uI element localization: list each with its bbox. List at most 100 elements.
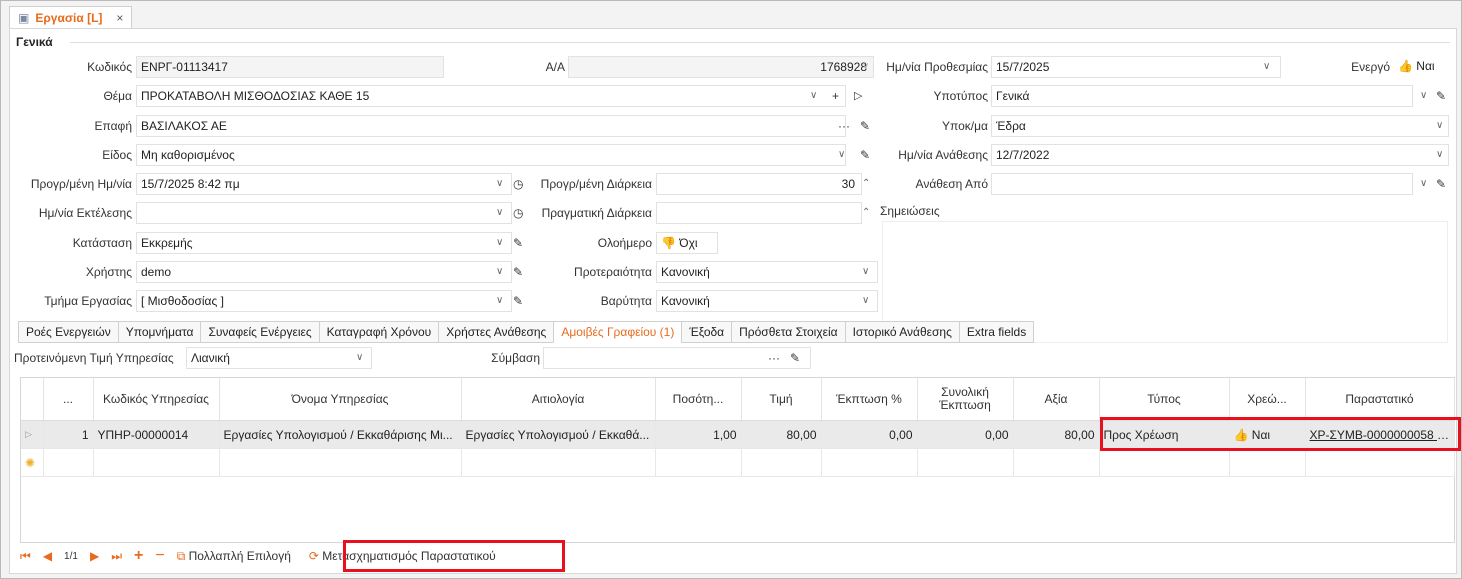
cell-value[interactable]: 80,00 (1013, 420, 1100, 449)
chevron-down-icon[interactable]: ∨ (838, 144, 845, 166)
pencil-icon[interactable]: ✎ (860, 115, 870, 137)
chevron-down-icon[interactable]: ∨ (862, 290, 869, 312)
dept-field[interactable]: [ Μισθοδοσίας ] (136, 290, 512, 312)
cell-quantity[interactable]: 1,00 (655, 420, 742, 449)
cell-price[interactable]: 80,00 (741, 420, 822, 449)
actual-duration-label: Πραγματική Διάρκεια (541, 206, 652, 220)
tab-expenses[interactable]: Έξοδα (681, 321, 732, 343)
column-header-type[interactable]: Τύπος (1099, 378, 1230, 421)
assign-date-field[interactable]: 12/7/2022 (991, 144, 1449, 166)
subject-field[interactable]: ΠΡΟΚΑΤΑΒΟΛΗ ΜΙΣΘΟΔΟΣΙΑΣ ΚΑΘΕ 15 (136, 85, 846, 107)
close-icon[interactable]: × (116, 11, 123, 25)
column-header-value[interactable]: Αξία (1013, 378, 1100, 421)
branch-field[interactable]: Έδρα (991, 115, 1449, 137)
chevron-down-icon[interactable]: ∨ (1420, 85, 1427, 107)
user-field[interactable]: demo (136, 261, 512, 283)
chevron-down-icon[interactable]: ∨ (862, 261, 869, 283)
last-record-icon[interactable]: ⏭ (111, 549, 122, 564)
active-toggle[interactable]: 👍 Ναι (1394, 56, 1449, 78)
allday-label: Ολοήμερο (597, 236, 652, 250)
tab-assigned-users[interactable]: Χρήστες Ανάθεσης (438, 321, 554, 343)
column-header-quantity[interactable]: Ποσότη... (655, 378, 742, 421)
play-icon[interactable]: ▷ (854, 85, 862, 107)
clock-icon[interactable]: ◷ (513, 202, 523, 224)
chevron-down-icon[interactable]: ∨ (496, 173, 503, 195)
more-icon[interactable]: ··· (838, 115, 850, 137)
tab-office-fees[interactable]: Αμοιβές Γραφείου (1) (553, 321, 682, 343)
pencil-icon[interactable]: ✎ (790, 347, 800, 369)
column-header-discount-pct[interactable]: Έκπτωση % (821, 378, 918, 421)
column-header-aa[interactable]: ... (43, 378, 94, 421)
column-header-price[interactable]: Τιμή (741, 378, 822, 421)
column-header-charge[interactable]: Χρεώ... (1229, 378, 1306, 421)
chevron-down-icon[interactable]: ∨ (496, 232, 503, 254)
spinner-icon[interactable]: ⌃ (862, 173, 870, 195)
column-header-document[interactable]: Παραστατικό (1305, 378, 1455, 421)
multi-select-button[interactable]: ⧉ Πολλαπλή Επιλογή (177, 549, 291, 564)
tab-notes[interactable]: Υπομνήματα (117, 321, 201, 343)
chevron-down-icon[interactable]: ∨ (1420, 173, 1427, 195)
actual-duration-field[interactable] (656, 202, 862, 224)
next-record-icon[interactable]: ▶ (90, 549, 99, 563)
exec-date-field[interactable] (136, 202, 512, 224)
tab-related-actions[interactable]: Συναφείς Ενέργειες (200, 321, 319, 343)
chevron-down-icon[interactable]: ∨ (810, 85, 817, 107)
cell-aa[interactable]: 1 (43, 420, 94, 449)
new-row[interactable]: ✺ (21, 448, 1455, 477)
pencil-icon[interactable]: ✎ (860, 144, 870, 166)
cell-discount-pct[interactable]: 0,00 (821, 420, 918, 449)
remove-icon[interactable]: − (155, 547, 164, 565)
cell-service-name[interactable]: Εργασίες Υπολογισμού / Εκκαθάρισης Μι... (219, 420, 462, 449)
column-header-service-code[interactable]: Κωδικός Υπηρεσίας (93, 378, 220, 421)
tab-actions-flow[interactable]: Ροές Ενεργειών (18, 321, 118, 343)
code-field[interactable]: ΕΝΡΓ-01113417 (136, 56, 444, 78)
cell-reason[interactable]: Εργασίες Υπολογισμού / Εκκαθά... (461, 420, 656, 449)
column-header-service-name[interactable]: Όνομα Υπηρεσίας (219, 378, 462, 421)
tab-additional-info[interactable]: Πρόσθετα Στοιχεία (731, 321, 845, 343)
planned-duration-field[interactable]: 30 (656, 173, 862, 195)
plus-icon[interactable]: + (832, 85, 839, 107)
spinner-icon[interactable]: ⌃ (862, 202, 870, 224)
chevron-down-icon[interactable]: ∨ (356, 347, 363, 369)
pencil-icon[interactable]: ✎ (513, 290, 523, 312)
subtype-field[interactable]: Γενικά (991, 85, 1413, 107)
tab-extra-fields[interactable]: Extra fields (958, 321, 1035, 343)
first-record-icon[interactable]: ⏮ (20, 549, 31, 564)
new-row-icon: ✺ (21, 448, 44, 477)
chevron-down-icon[interactable]: ∨ (1436, 144, 1443, 166)
cell-service-code[interactable]: ΥΠΗΡ-00000014 (93, 420, 220, 449)
priority-field[interactable]: Κανονική (656, 261, 878, 283)
severity-field[interactable]: Κανονική (656, 290, 878, 312)
cell-total-discount[interactable]: 0,00 (917, 420, 1014, 449)
chevron-down-icon[interactable]: ∨ (496, 202, 503, 224)
pencil-icon[interactable]: ✎ (513, 261, 523, 283)
refresh-icon: ⟳ (308, 549, 319, 563)
chevron-down-icon[interactable]: ∨ (496, 290, 503, 312)
aa-field[interactable]: 1768928 (568, 56, 874, 78)
chevron-down-icon[interactable]: ∨ (496, 261, 503, 283)
prev-record-icon[interactable]: ◀ (43, 549, 52, 563)
tab-time-log[interactable]: Καταγραφή Χρόνου (318, 321, 439, 343)
pencil-icon[interactable]: ✎ (513, 232, 523, 254)
planned-date-field[interactable]: 15/7/2025 8:42 πμ (136, 173, 512, 195)
deadline-field[interactable]: 15/7/2025 (991, 56, 1281, 78)
add-icon[interactable]: + (134, 547, 143, 565)
more-icon[interactable]: ··· (768, 347, 780, 369)
price-field[interactable]: Λιανική (186, 347, 372, 369)
document-tab[interactable]: ▣ Εργασία [L] × (9, 6, 133, 29)
status-field[interactable]: Εκκρεμής (136, 232, 512, 254)
kind-field[interactable]: Μη καθορισμένος (136, 144, 846, 166)
column-header-reason[interactable]: Αιτιολογία (461, 378, 656, 421)
chevron-down-icon[interactable]: ∨ (1436, 115, 1443, 137)
planned-duration-label: Προγρ/μένη Διάρκεια (540, 177, 652, 191)
assigned-by-field[interactable] (991, 173, 1413, 195)
pencil-icon[interactable]: ✎ (1436, 85, 1446, 107)
chevron-down-icon[interactable]: ∨ (1263, 56, 1270, 78)
contact-field[interactable]: ΒΑΣΙΛΑΚΟΣ ΑΕ (136, 115, 846, 137)
clock-icon[interactable]: ◷ (513, 173, 523, 195)
tab-assignment-history[interactable]: Ιστορικό Ανάθεσης (844, 321, 959, 343)
aa-label: Α/Α (545, 60, 565, 74)
allday-toggle[interactable]: 👎 Όχι (656, 232, 718, 254)
column-header-total-discount[interactable]: Συνολική Έκπτωση (917, 378, 1014, 421)
pencil-icon[interactable]: ✎ (1436, 173, 1446, 195)
